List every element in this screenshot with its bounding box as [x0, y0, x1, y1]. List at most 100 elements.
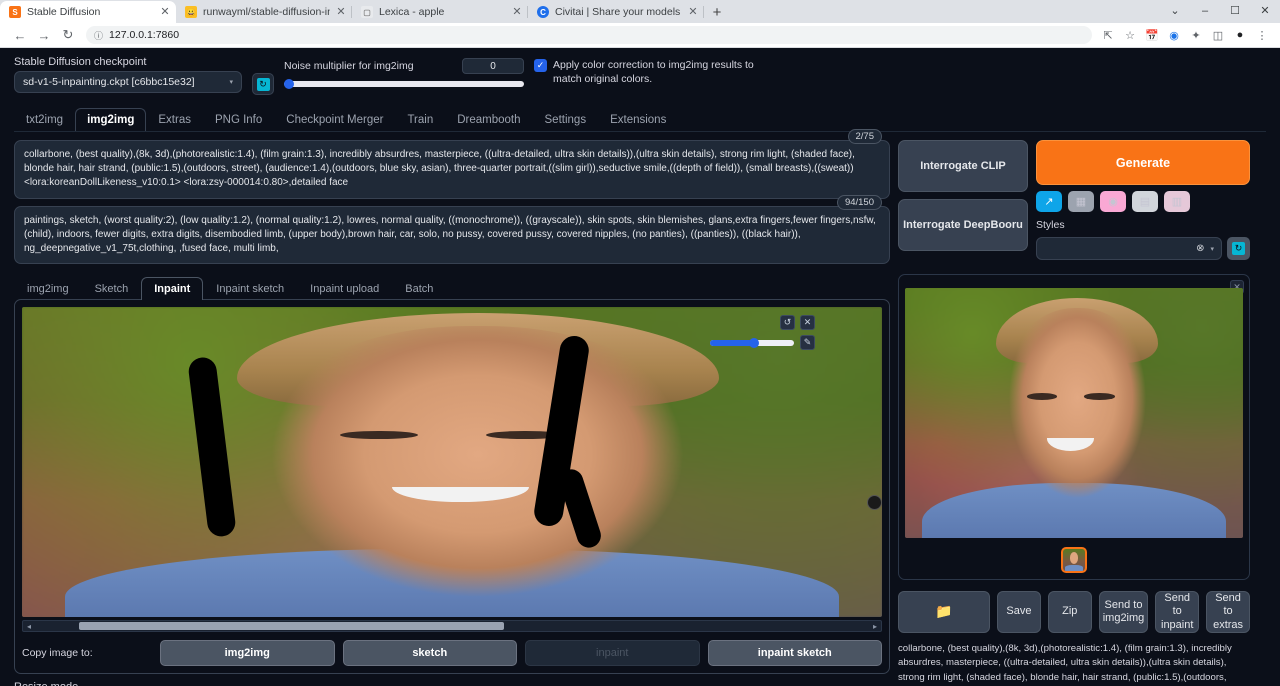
browser-tab-3[interactable]: C Civitai | Share your models ✕ — [528, 1, 704, 23]
close-icon[interactable]: ✕ — [336, 7, 346, 18]
apply-style-icon[interactable]: ▤ — [1132, 191, 1158, 212]
interrogate-clip-button[interactable]: Interrogate CLIP — [898, 140, 1028, 192]
url-text: 127.0.0.1:7860 — [109, 29, 179, 41]
extension-puzzle-icon[interactable]: ✦ — [1186, 25, 1206, 45]
tab-separator — [703, 6, 704, 18]
side-panel-icon[interactable]: ◫ — [1208, 25, 1228, 45]
tab-search-chevron-icon[interactable]: ⌄ — [1160, 0, 1190, 23]
clear-styles-icon[interactable]: ⊗ — [1196, 243, 1204, 254]
browser-tab-title: runwayml/stable-diffusion-inpa — [203, 6, 330, 18]
extension-calendar-icon[interactable]: 📅 — [1142, 25, 1162, 45]
back-icon[interactable]: ← — [8, 24, 32, 46]
color-correction-checkbox[interactable]: ✓ — [534, 59, 547, 72]
interrogate-deepbooru-button[interactable]: Interrogate DeepBooru — [898, 199, 1028, 251]
minimize-icon[interactable]: – — [1190, 0, 1220, 23]
save-style-icon[interactable]: ▥ — [1164, 191, 1190, 212]
send-to-extras-button[interactable]: Send to extras — [1206, 591, 1250, 633]
huggingface-icon: 😀 — [185, 6, 197, 18]
send-to-img2img-button[interactable]: Send to img2img — [1099, 591, 1149, 633]
prompt-row: 2/75 collarbone, (best quality),(8k, 3d)… — [14, 140, 890, 271]
close-icon[interactable]: ✕ — [512, 7, 522, 18]
refresh-styles-button[interactable]: ↻ — [1227, 237, 1250, 260]
browser-tab-2[interactable]: ▢ Lexica - apple ✕ — [352, 1, 528, 23]
clear-prompt-trash-icon[interactable]: ▦ — [1068, 191, 1094, 212]
generate-area: Interrogate CLIP Interrogate DeepBooru G… — [898, 140, 1250, 260]
copy-to-sketch-button[interactable]: sketch — [343, 640, 518, 666]
browser-tab-0[interactable]: S Stable Diffusion ✕ — [0, 1, 176, 23]
checkpoint-value: sd-v1-5-inpainting.ckpt [c6bbc15e32] — [23, 76, 195, 88]
save-button[interactable]: Save — [997, 591, 1041, 633]
resize-mode-label: Resize mode — [14, 681, 890, 686]
subtab-inpaint-sketch[interactable]: Inpaint sketch — [203, 277, 297, 300]
site-info-icon[interactable]: ⓘ — [94, 29, 103, 42]
generate-button[interactable]: Generate — [1036, 140, 1250, 185]
gallery-thumbnail[interactable] — [1061, 547, 1087, 573]
reload-icon[interactable]: ↻ — [56, 24, 80, 46]
copy-image-label: Copy image to: — [22, 647, 152, 659]
maximize-icon[interactable]: ☐ — [1220, 0, 1250, 23]
negative-prompt-input[interactable]: paintings, sketch, (worst quality:2), (l… — [14, 206, 890, 265]
undo-icon[interactable]: ↺ — [780, 315, 795, 330]
styles-select[interactable]: ⊗ ▾ — [1036, 237, 1222, 260]
subtab-img2img[interactable]: img2img — [14, 277, 82, 300]
refresh-checkpoint-button[interactable]: ↻ — [252, 73, 274, 95]
tab-checkpoint-merger[interactable]: Checkpoint Merger — [274, 108, 395, 131]
close-icon[interactable]: ✕ — [688, 7, 698, 18]
copy-to-inpaint-sketch-button[interactable]: inpaint sketch — [708, 640, 883, 666]
tab-extensions[interactable]: Extensions — [598, 108, 678, 131]
scroll-right-icon[interactable]: ▸ — [869, 622, 881, 631]
noise-multiplier-input[interactable]: 0 — [462, 58, 524, 74]
forward-icon[interactable]: → — [32, 24, 56, 46]
color-correction-group[interactable]: ✓ Apply color correction to img2img resu… — [534, 58, 764, 86]
copy-to-img2img-button[interactable]: img2img — [160, 640, 335, 666]
slider-knob[interactable] — [749, 338, 759, 348]
open-folder-button[interactable]: 📁 — [898, 591, 990, 633]
subtab-batch[interactable]: Batch — [392, 277, 446, 300]
browser-tab-bar: S Stable Diffusion ✕ 😀 runwayml/stable-d… — [0, 0, 1280, 23]
extra-networks-icon[interactable]: ◉ — [1100, 191, 1126, 212]
slider-knob[interactable] — [284, 79, 294, 89]
zip-button[interactable]: Zip — [1048, 591, 1092, 633]
bookmark-star-icon[interactable]: ☆ — [1120, 25, 1140, 45]
send-to-inpaint-button[interactable]: Send to inpaint — [1155, 591, 1199, 633]
brush-size-icon[interactable]: ✎ — [800, 335, 815, 350]
canvas-horizontal-scrollbar[interactable]: ◂ ▸ — [22, 620, 882, 632]
tab-extras[interactable]: Extras — [146, 108, 203, 131]
gallery-thumbnail-strip — [905, 547, 1243, 573]
close-icon[interactable]: ✕ — [160, 7, 170, 18]
browser-tab-1[interactable]: 😀 runwayml/stable-diffusion-inpa ✕ — [176, 1, 352, 23]
share-icon[interactable]: ⇱ — [1098, 25, 1118, 45]
window-close-icon[interactable]: ✕ — [1250, 0, 1280, 23]
subtab-sketch[interactable]: Sketch — [82, 277, 142, 300]
chrome-menu-icon[interactable]: ⋮ — [1252, 25, 1272, 45]
image-face — [1003, 308, 1152, 508]
refresh-icon: ↻ — [257, 78, 270, 91]
left-column: 2/75 collarbone, (best quality),(8k, 3d)… — [14, 140, 890, 686]
restore-progress-icon[interactable]: ↗ — [1036, 191, 1062, 212]
positive-prompt-input[interactable]: collarbone, (best quality),(8k, 3d),(pho… — [14, 140, 890, 199]
subtab-inpaint[interactable]: Inpaint — [141, 277, 203, 300]
profile-avatar-icon[interactable]: ● — [1230, 25, 1250, 45]
interrogate-column: Interrogate CLIP Interrogate DeepBooru — [898, 140, 1028, 260]
generated-image[interactable] — [905, 288, 1243, 538]
extension-circle-icon[interactable]: ◉ — [1164, 25, 1184, 45]
subtab-inpaint-upload[interactable]: Inpaint upload — [297, 277, 392, 300]
tab-img2img[interactable]: img2img — [75, 108, 146, 131]
address-bar[interactable]: ⓘ 127.0.0.1:7860 — [86, 26, 1092, 44]
brush-size-slider[interactable] — [710, 340, 794, 346]
checkpoint-select[interactable]: sd-v1-5-inpainting.ckpt [c6bbc15e32] ▾ — [14, 71, 242, 93]
scroll-left-icon[interactable]: ◂ — [23, 622, 35, 631]
gallery-action-buttons: 📁 Save Zip Send to img2img Send to inpai… — [898, 591, 1250, 633]
new-tab-button[interactable]: + — [704, 1, 730, 23]
tab-dreambooth[interactable]: Dreambooth — [445, 108, 532, 131]
scrollbar-thumb[interactable] — [79, 622, 504, 630]
tab-settings[interactable]: Settings — [533, 108, 599, 131]
browser-tab-title: Civitai | Share your models — [555, 6, 682, 18]
inpaint-canvas[interactable]: ↺ ✕ ✎ — [22, 307, 882, 617]
tab-png-info[interactable]: PNG Info — [203, 108, 274, 131]
browser-tab-title: Lexica - apple — [379, 6, 506, 18]
tab-txt2img[interactable]: txt2img — [14, 108, 75, 131]
tab-train[interactable]: Train — [395, 108, 445, 131]
clear-canvas-icon[interactable]: ✕ — [800, 315, 815, 330]
noise-multiplier-slider[interactable] — [284, 81, 524, 87]
